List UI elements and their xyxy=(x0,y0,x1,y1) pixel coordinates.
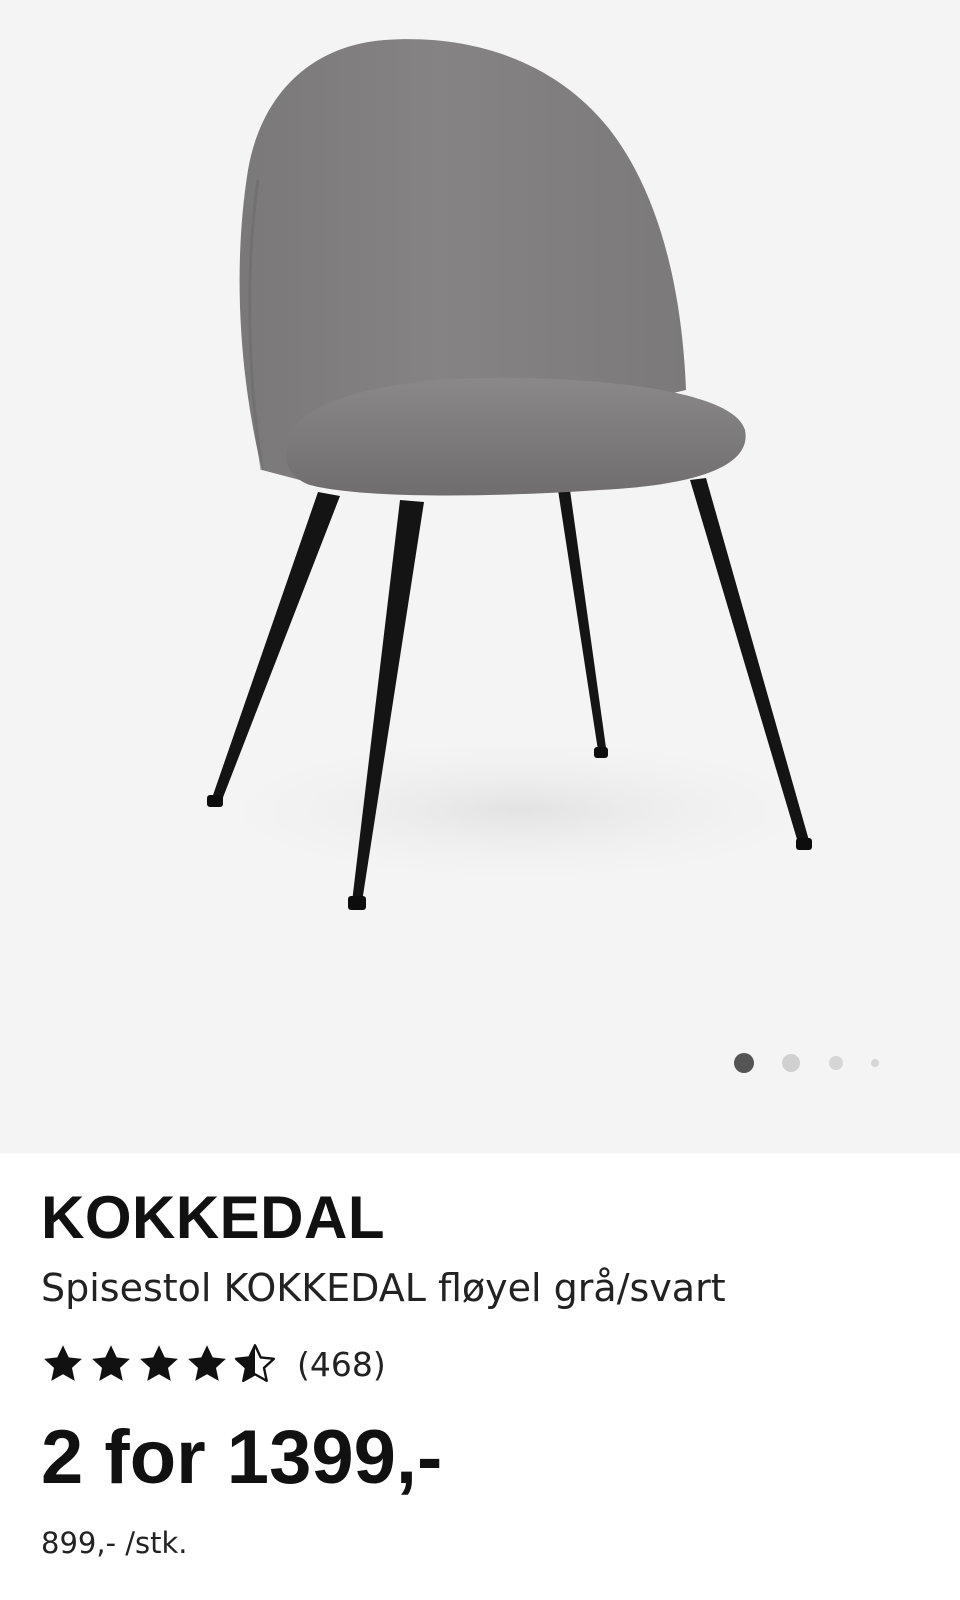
product-page: KOKKEDAL Spisestol KOKKEDAL fløyel grå/s… xyxy=(0,0,960,1600)
star-half-icon xyxy=(234,1344,276,1383)
product-price: 2 for 1399,- xyxy=(41,1415,443,1500)
star-filled-icon xyxy=(44,1345,82,1381)
star-filled-icon xyxy=(188,1345,226,1381)
carousel-dot[interactable] xyxy=(782,1054,800,1072)
carousel-indicator[interactable] xyxy=(718,1050,898,1076)
review-count[interactable]: (468) xyxy=(297,1345,386,1384)
product-rating[interactable]: (468) xyxy=(41,1341,386,1387)
star-filled-icon xyxy=(140,1345,178,1381)
unit-price: 899,- /stk. xyxy=(41,1526,188,1560)
product-image-gallery[interactable] xyxy=(0,0,960,1153)
carousel-dot[interactable] xyxy=(871,1059,879,1067)
product-brand-title: KOKKEDAL xyxy=(41,1184,385,1251)
rating-stars xyxy=(41,1342,277,1386)
carousel-dot-active[interactable] xyxy=(734,1053,754,1073)
product-info: KOKKEDAL Spisestol KOKKEDAL fløyel grå/s… xyxy=(0,1153,960,1600)
product-image[interactable] xyxy=(0,0,960,1153)
product-description: Spisestol KOKKEDAL fløyel grå/svart xyxy=(41,1266,726,1310)
carousel-dot[interactable] xyxy=(829,1056,843,1070)
star-filled-icon xyxy=(92,1345,130,1381)
